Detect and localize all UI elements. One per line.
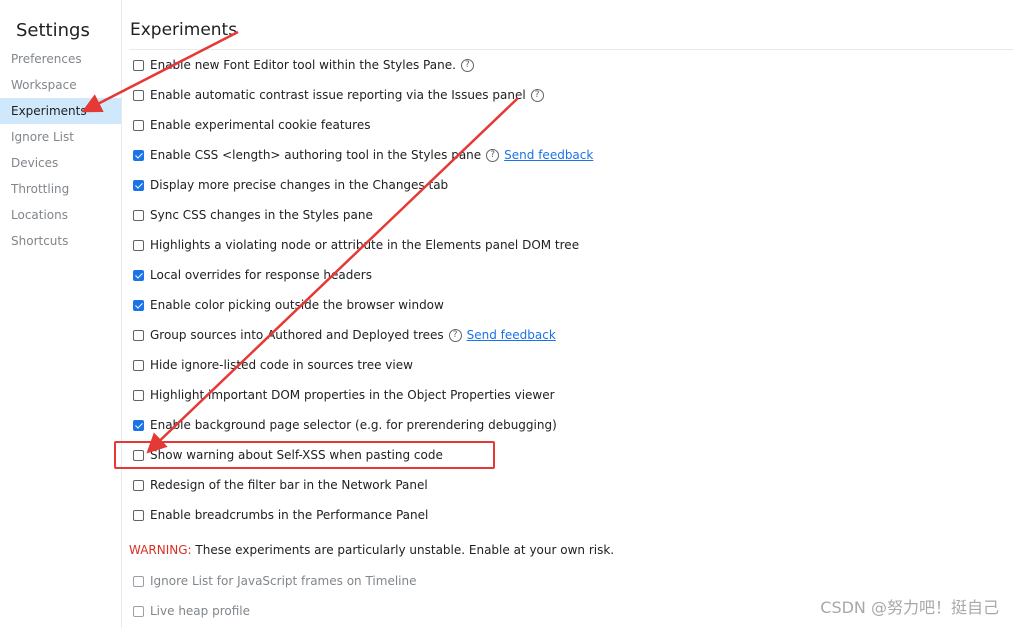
experiment-checkbox[interactable] (133, 59, 144, 71)
experiment-label: Enable background page selector (e.g. fo… (150, 418, 557, 432)
experiment-row-local-overrides-for-response-headers[interactable]: Local overrides for response headers (133, 260, 593, 290)
experiment-checkbox[interactable] (133, 299, 144, 311)
experiment-row-live-heap-profile[interactable]: Live heap profile (133, 596, 416, 626)
experiment-checkbox[interactable] (133, 479, 144, 491)
experiments-list: Enable new Font Editor tool within the S… (133, 50, 593, 530)
experiment-label: Live heap profile (150, 604, 250, 618)
experiment-checkbox[interactable] (133, 329, 144, 341)
experiment-label: Local overrides for response headers (150, 268, 372, 282)
experiment-label: Ignore List for JavaScript frames on Tim… (150, 574, 417, 588)
experiment-row-enable-background-page-selector-e-g-for-[interactable]: Enable background page selector (e.g. fo… (133, 410, 593, 440)
experiment-row-group-sources-into-authored-and-deployed[interactable]: Group sources into Authored and Deployed… (133, 320, 593, 350)
experiment-label: Display more precise changes in the Chan… (150, 178, 449, 192)
experiment-checkbox[interactable] (133, 575, 144, 587)
sidebar-item-ignore-list[interactable]: Ignore List (0, 124, 121, 150)
experiment-label: Group sources into Authored and Deployed… (150, 328, 444, 342)
sidebar-item-devices[interactable]: Devices (0, 150, 121, 176)
experiment-row-ignore-list-for-javascript-frames-on-tim[interactable]: Ignore List for JavaScript frames on Tim… (133, 566, 416, 596)
experiment-row-enable-automatic-contrast-issue-reportin[interactable]: Enable automatic contrast issue reportin… (133, 80, 593, 110)
experiment-row-enable-css-length-authoring-tool-in-the-[interactable]: Enable CSS <length> authoring tool in th… (133, 140, 593, 170)
experiment-row-hide-ignore-listed-code-in-sources-tree-[interactable]: Hide ignore-listed code in sources tree … (133, 350, 593, 380)
settings-sidebar: Settings Preferences Workspace Experimen… (0, 0, 122, 628)
send-feedback-link[interactable]: Send feedback (467, 328, 556, 342)
experiment-checkbox[interactable] (133, 209, 144, 221)
experiments-panel: Experiments Enable new Font Editor tool … (121, 0, 1013, 628)
experiment-checkbox[interactable] (133, 605, 144, 617)
experiment-label: Show warning about Self-XSS when pasting… (150, 448, 443, 462)
experiment-row-highlights-a-violating-node-or-attribute[interactable]: Highlights a violating node or attribute… (133, 230, 593, 260)
experiment-row-highlight-important-dom-properties-in-th[interactable]: Highlight important DOM properties in th… (133, 380, 593, 410)
sidebar-item-experiments[interactable]: Experiments (0, 98, 121, 124)
help-icon[interactable]: ? (460, 58, 474, 72)
unstable-experiments-list: Ignore List for JavaScript frames on Tim… (133, 566, 416, 626)
experiment-checkbox[interactable] (133, 149, 144, 161)
experiment-checkbox[interactable] (133, 239, 144, 251)
experiment-checkbox[interactable] (133, 509, 144, 521)
help-icon[interactable]: ? (530, 88, 544, 102)
experiment-label: Enable color picking outside the browser… (150, 298, 444, 312)
experiment-row-enable-breadcrumbs-in-the-performance-pa[interactable]: Enable breadcrumbs in the Performance Pa… (133, 500, 593, 530)
experiment-checkbox[interactable] (133, 389, 144, 401)
experiment-row-enable-color-picking-outside-the-browser[interactable]: Enable color picking outside the browser… (133, 290, 593, 320)
experiment-checkbox[interactable] (133, 269, 144, 281)
experiment-checkbox[interactable] (133, 359, 144, 371)
sidebar-item-workspace[interactable]: Workspace (0, 72, 121, 98)
sidebar-item-locations[interactable]: Locations (0, 202, 121, 228)
experiment-label: Enable new Font Editor tool within the S… (150, 58, 456, 72)
experiment-row-enable-experimental-cookie-features[interactable]: Enable experimental cookie features (133, 110, 593, 140)
experiment-label: Enable breadcrumbs in the Performance Pa… (150, 508, 429, 522)
experiment-checkbox[interactable] (133, 449, 144, 461)
sidebar-title: Settings (16, 20, 90, 41)
experiment-label: Redesign of the filter bar in the Networ… (150, 478, 428, 492)
help-icon[interactable]: ? (486, 148, 500, 162)
experiment-label: Sync CSS changes in the Styles pane (150, 208, 373, 222)
experiment-checkbox[interactable] (133, 419, 144, 431)
warning-label: WARNING: (129, 543, 192, 557)
experiment-row-show-warning-about-self-xss-when-pasting[interactable]: Show warning about Self-XSS when pasting… (133, 440, 593, 470)
experiment-row-enable-new-font-editor-tool-within-the-s[interactable]: Enable new Font Editor tool within the S… (133, 50, 593, 80)
warning-text: These experiments are particularly unsta… (191, 543, 615, 557)
experiment-label: Hide ignore-listed code in sources tree … (150, 358, 413, 372)
sidebar-item-preferences[interactable]: Preferences (0, 46, 121, 72)
experiment-row-display-more-precise-changes-in-the-chan[interactable]: Display more precise changes in the Chan… (133, 170, 593, 200)
experiment-checkbox[interactable] (133, 179, 144, 191)
sidebar-item-throttling[interactable]: Throttling (0, 176, 121, 202)
send-feedback-link[interactable]: Send feedback (504, 148, 593, 162)
sidebar-nav: Preferences Workspace Experiments Ignore… (0, 46, 121, 254)
settings-window: Settings Preferences Workspace Experimen… (0, 0, 1013, 628)
experiment-checkbox[interactable] (133, 89, 144, 101)
watermark: CSDN @努力吧！挺自己 (820, 598, 999, 617)
help-icon[interactable]: ? (448, 328, 462, 342)
experiment-row-sync-css-changes-in-the-styles-pane[interactable]: Sync CSS changes in the Styles pane (133, 200, 593, 230)
unstable-warning: WARNING: These experiments are particula… (129, 543, 614, 557)
experiment-label: Enable automatic contrast issue reportin… (150, 88, 526, 102)
experiment-label: Highlight important DOM properties in th… (150, 388, 555, 402)
experiment-row-redesign-of-the-filter-bar-in-the-networ[interactable]: Redesign of the filter bar in the Networ… (133, 470, 593, 500)
experiment-checkbox[interactable] (133, 119, 144, 131)
experiment-label: Highlights a violating node or attribute… (150, 238, 580, 252)
sidebar-item-shortcuts[interactable]: Shortcuts (0, 228, 121, 254)
experiment-label: Enable experimental cookie features (150, 118, 371, 132)
page-title: Experiments (130, 20, 238, 40)
experiment-label: Enable CSS <length> authoring tool in th… (150, 148, 482, 162)
